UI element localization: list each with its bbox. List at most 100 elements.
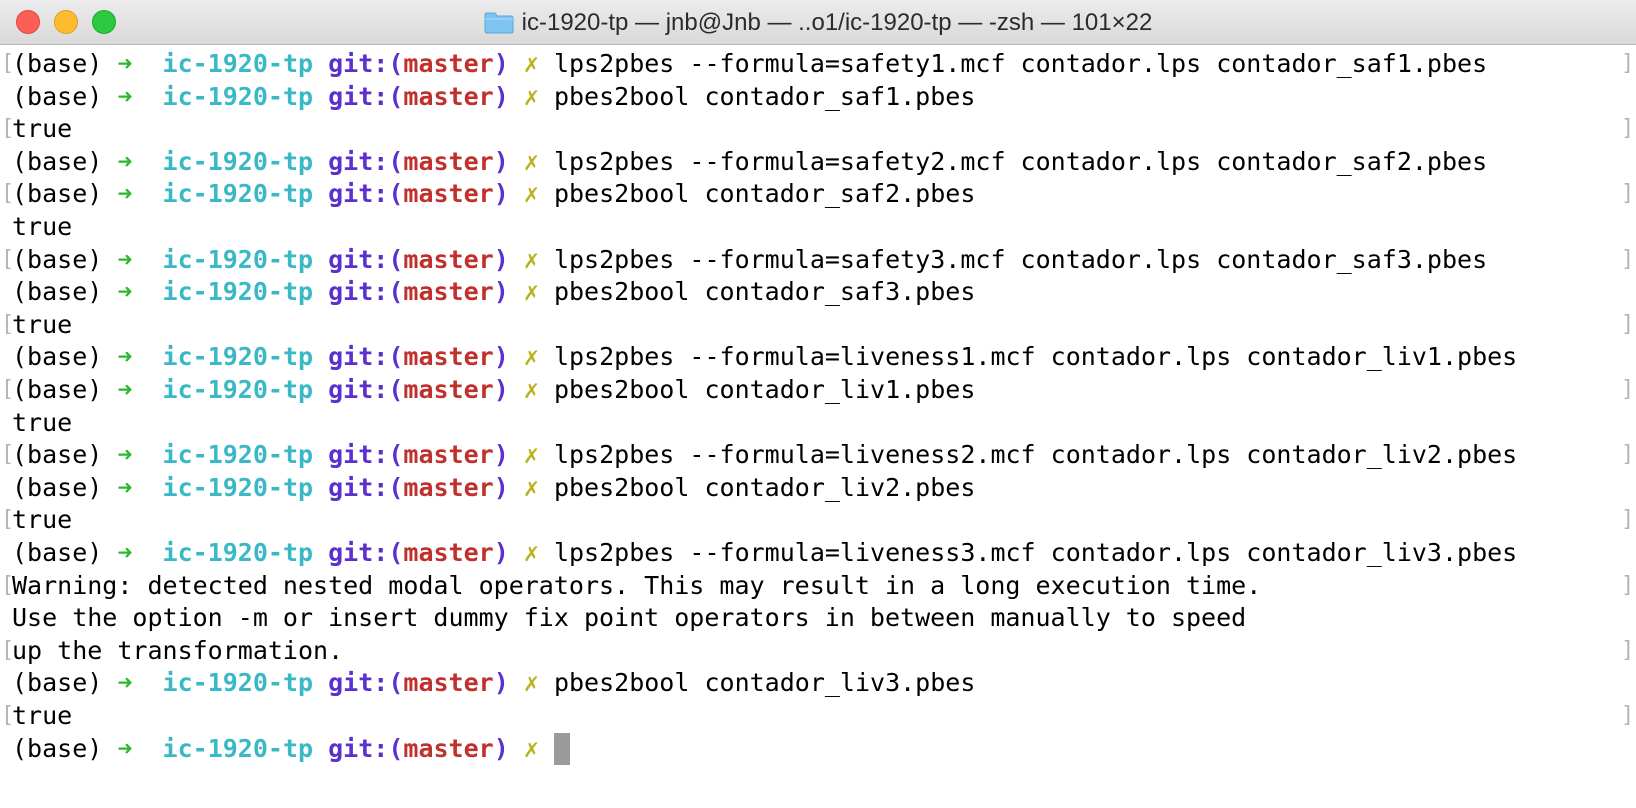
command-text: pbes2bool contador_saf2.pbes xyxy=(553,179,976,209)
command-text: lps2pbes --formula=liveness2.mcf contado… xyxy=(553,440,1518,470)
scrollbar[interactable] xyxy=(1626,46,1636,808)
prompt-git-suffix: ) xyxy=(493,49,509,78)
title-bar[interactable]: ic-1920-tp — jnb@Jnb — ..o1/ic-1920-tp —… xyxy=(0,0,1636,45)
prompt-directory: ic-1920-tp xyxy=(162,733,314,763)
prompt-env: (base) xyxy=(12,375,103,404)
prompt-env: (base) xyxy=(12,244,103,274)
prompt-git-suffix: ) xyxy=(493,81,509,111)
output-line: true xyxy=(12,700,72,732)
prompt-arrow-icon: ➜ xyxy=(117,244,133,274)
output-line: true xyxy=(12,309,72,341)
prompt-git-prefix: git:( xyxy=(328,472,404,502)
prompt-dirty-icon: ✗ xyxy=(523,49,539,78)
output-line: true xyxy=(12,407,72,439)
prompt-branch: master xyxy=(403,472,494,502)
prompt-git-suffix: ) xyxy=(493,244,509,274)
prompt-dirty-icon: ✗ xyxy=(523,81,539,111)
prompt-git-suffix: ) xyxy=(493,179,509,209)
prompt-git-prefix: git:( xyxy=(328,146,404,176)
prompt-env: (base) xyxy=(12,733,103,763)
prompt-line: (base) ➜ ic-1920-tp git:(master) ✗ pbes2… xyxy=(12,667,975,699)
prompt-env: (base) xyxy=(12,668,103,698)
text-cursor xyxy=(553,732,570,765)
prompt-arrow-icon: ➜ xyxy=(117,277,133,307)
prompt-git-suffix: ) xyxy=(493,472,509,502)
prompt-git-prefix: git:( xyxy=(328,277,404,307)
prompt-arrow-icon: ➜ xyxy=(117,81,133,111)
prompt-line: (base) ➜ ic-1920-tp git:(master) ✗ xyxy=(12,732,570,765)
prompt-arrow-icon: ➜ xyxy=(117,179,133,209)
command-text: lps2pbes --formula=safety2.mcf contador.… xyxy=(553,146,1488,176)
prompt-branch: master xyxy=(403,375,494,404)
command-text: pbes2bool contador_liv2.pbes xyxy=(553,472,976,502)
terminal-content[interactable]: [] (base) ➜ ic-1920-tp git:(master) ✗ lps… xyxy=(0,46,1636,808)
output-text: true xyxy=(12,212,73,241)
prompt-git-prefix: git:( xyxy=(328,375,404,404)
prompt-line: (base) ➜ ic-1920-tp git:(master) ✗ lps2p… xyxy=(12,537,1517,569)
prompt-arrow-icon: ➜ xyxy=(117,440,133,470)
prompt-git-suffix: ) xyxy=(493,375,509,404)
prompt-dirty-icon: ✗ xyxy=(523,440,539,470)
prompt-line: (base) ➜ ic-1920-tp git:(master) ✗ lps2p… xyxy=(12,146,1487,178)
prompt-arrow-icon: ➜ xyxy=(117,146,133,176)
prompt-arrow-icon: ➜ xyxy=(117,342,133,372)
prompt-git-prefix: git:( xyxy=(328,49,404,78)
terminal-window: ic-1920-tp — jnb@Jnb — ..o1/ic-1920-tp —… xyxy=(0,0,1636,808)
command-text: pbes2bool contador_saf3.pbes xyxy=(553,277,976,307)
command-text: lps2pbes --formula=liveness3.mcf contado… xyxy=(553,538,1518,567)
command-text: lps2pbes --formula=liveness1.mcf contado… xyxy=(553,342,1518,372)
prompt-dirty-icon: ✗ xyxy=(523,179,539,209)
prompt-git-prefix: git:( xyxy=(328,668,404,698)
prompt-line: (base) ➜ ic-1920-tp git:(master) ✗ lps2p… xyxy=(12,244,1487,276)
folder-icon xyxy=(484,11,514,34)
prompt-dirty-icon: ✗ xyxy=(523,277,539,307)
prompt-git-prefix: git:( xyxy=(328,342,404,372)
prompt-git-prefix: git:( xyxy=(328,81,404,111)
prompt-env: (base) xyxy=(12,538,103,567)
prompt-dirty-icon: ✗ xyxy=(523,342,539,372)
prompt-branch: master xyxy=(403,146,494,176)
title-group: ic-1920-tp — jnb@Jnb — ..o1/ic-1920-tp —… xyxy=(0,0,1636,45)
prompt-branch: master xyxy=(403,342,494,372)
prompt-git-suffix: ) xyxy=(493,733,509,763)
prompt-arrow-icon: ➜ xyxy=(117,668,133,698)
prompt-branch: master xyxy=(403,668,494,698)
prompt-line: (base) ➜ ic-1920-tp git:(master) ✗ lps2p… xyxy=(12,341,1517,373)
command-text: pbes2bool contador_saf1.pbes xyxy=(553,81,976,111)
prompt-git-suffix: ) xyxy=(493,668,509,698)
prompt-line: (base) ➜ ic-1920-tp git:(master) ✗ pbes2… xyxy=(12,178,975,210)
prompt-arrow-icon: ➜ xyxy=(117,538,133,567)
prompt-env: (base) xyxy=(12,49,103,78)
prompt-directory: ic-1920-tp xyxy=(162,244,314,274)
prompt-directory: ic-1920-tp xyxy=(162,342,314,372)
command-text: lps2pbes --formula=safety1.mcf contador.… xyxy=(553,49,1488,78)
prompt-directory: ic-1920-tp xyxy=(162,538,314,567)
window-title: ic-1920-tp — jnb@Jnb — ..o1/ic-1920-tp —… xyxy=(521,8,1153,36)
prompt-branch: master xyxy=(403,538,494,567)
prompt-env: (base) xyxy=(12,179,103,209)
prompt-dirty-icon: ✗ xyxy=(523,244,539,274)
prompt-git-prefix: git:( xyxy=(328,733,404,763)
prompt-env: (base) xyxy=(12,81,103,111)
output-line: true xyxy=(12,211,72,243)
prompt-arrow-icon: ➜ xyxy=(117,733,133,763)
prompt-directory: ic-1920-tp xyxy=(162,375,314,404)
output-text: true xyxy=(12,114,73,144)
output-text: up the transformation. xyxy=(12,635,344,665)
prompt-env: (base) xyxy=(12,146,103,176)
output-text: true xyxy=(12,407,73,437)
command-text: lps2pbes --formula=safety3.mcf contador.… xyxy=(553,244,1488,274)
output-text: Warning: detected nested modal operators… xyxy=(12,570,1262,600)
prompt-git-suffix: ) xyxy=(493,277,509,307)
output-text: true xyxy=(12,309,73,339)
prompt-git-suffix: ) xyxy=(493,538,509,567)
prompt-line: (base) ➜ ic-1920-tp git:(master) ✗ lps2p… xyxy=(12,439,1517,471)
prompt-directory: ic-1920-tp xyxy=(162,277,314,307)
prompt-directory: ic-1920-tp xyxy=(162,146,314,176)
prompt-git-prefix: git:( xyxy=(328,179,404,209)
prompt-env: (base) xyxy=(12,277,103,307)
prompt-arrow-icon: ➜ xyxy=(117,472,133,502)
prompt-git-prefix: git:( xyxy=(328,440,404,470)
prompt-git-prefix: git:( xyxy=(328,244,404,274)
prompt-env: (base) xyxy=(12,440,103,470)
